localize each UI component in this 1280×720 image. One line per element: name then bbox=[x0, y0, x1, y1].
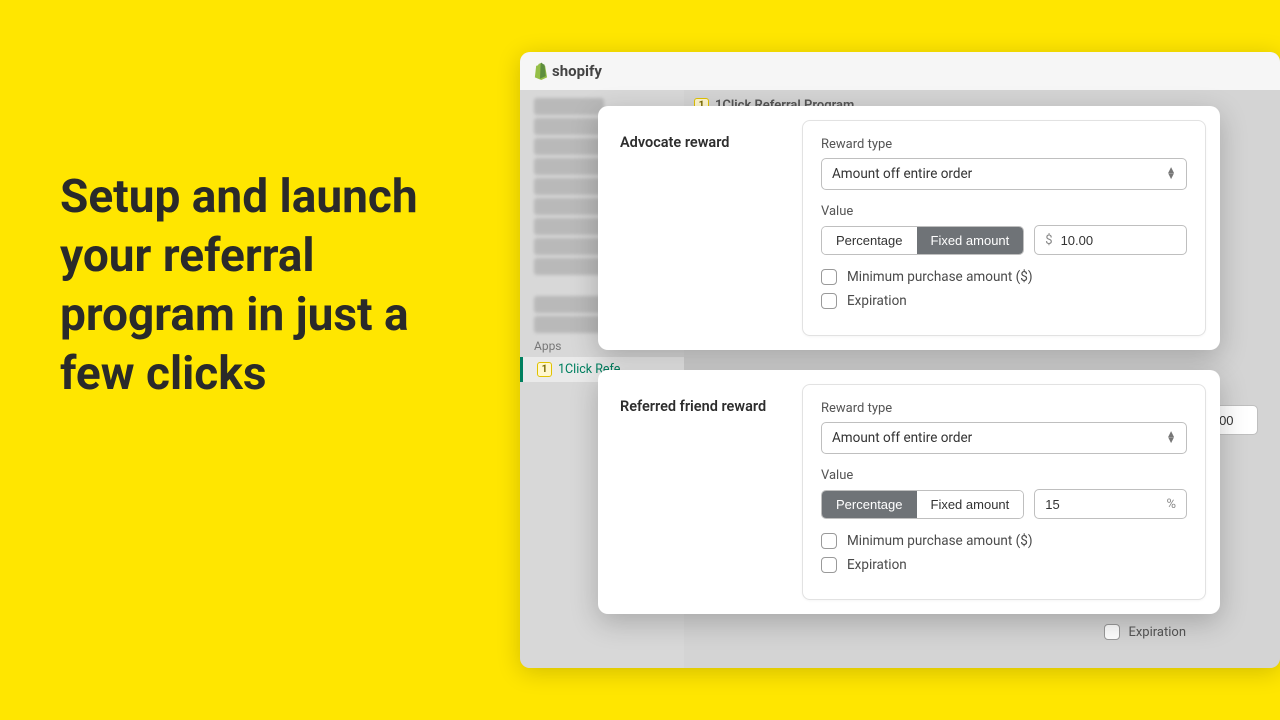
advocate-min-checkbox[interactable] bbox=[821, 269, 837, 285]
advocate-expiration-label: Expiration bbox=[847, 293, 907, 309]
bg-expiration-label: Expiration bbox=[1128, 625, 1186, 640]
friend-percentage-tab[interactable]: Percentage bbox=[822, 491, 917, 518]
advocate-reward-type-label: Reward type bbox=[821, 137, 1187, 152]
friend-reward-type-selected: Amount off entire order bbox=[832, 430, 972, 446]
friend-expiration-label: Expiration bbox=[847, 557, 907, 573]
friend-amount-field[interactable] bbox=[1045, 497, 1158, 512]
advocate-heading: Advocate reward bbox=[620, 134, 780, 151]
chevron-updown-icon: ▲▼ bbox=[1166, 168, 1176, 180]
friend-value-type-toggle[interactable]: Percentage Fixed amount bbox=[821, 490, 1024, 519]
advocate-min-label: Minimum purchase amount ($) bbox=[847, 269, 1033, 285]
friend-heading: Referred friend reward bbox=[620, 398, 780, 415]
bg-expiration-checkbox[interactable] bbox=[1104, 624, 1120, 640]
hero-headline: Setup and launch your referral program i… bbox=[60, 168, 480, 404]
shopify-brand-text: shopify bbox=[552, 62, 602, 80]
advocate-amount-input[interactable]: $ bbox=[1034, 225, 1187, 255]
advocate-fixed-tab[interactable]: Fixed amount bbox=[917, 227, 1024, 254]
friend-fixed-tab[interactable]: Fixed amount bbox=[917, 491, 1024, 518]
app-badge-icon: 1 bbox=[537, 362, 552, 377]
sidebar-apps-label: Apps bbox=[534, 339, 562, 353]
shopify-brand: shopify bbox=[532, 62, 602, 80]
friend-min-checkbox[interactable] bbox=[821, 533, 837, 549]
currency-prefix: $ bbox=[1045, 233, 1052, 248]
advocate-expiration-checkbox[interactable] bbox=[821, 293, 837, 309]
advocate-reward-type-selected: Amount off entire order bbox=[832, 166, 972, 182]
advocate-reward-type-select[interactable]: Amount off entire order ▲▼ bbox=[821, 158, 1187, 190]
advocate-amount-field[interactable] bbox=[1061, 233, 1176, 248]
friend-amount-input[interactable]: % bbox=[1034, 489, 1187, 519]
friend-reward-card: Referred friend reward Reward type Amoun… bbox=[598, 370, 1220, 614]
admin-topbar: shopify bbox=[520, 52, 1280, 90]
chevron-updown-icon: ▲▼ bbox=[1166, 432, 1176, 444]
advocate-percentage-tab[interactable]: Percentage bbox=[822, 227, 917, 254]
advocate-reward-card: Advocate reward Reward type Amount off e… bbox=[598, 106, 1220, 350]
percent-suffix: % bbox=[1166, 497, 1176, 512]
advocate-value-label: Value bbox=[821, 204, 1187, 219]
bg-expiration-row: Expiration bbox=[1104, 624, 1186, 640]
friend-min-label: Minimum purchase amount ($) bbox=[847, 533, 1033, 549]
friend-value-label: Value bbox=[821, 468, 1187, 483]
hero: Setup and launch your referral program i… bbox=[60, 168, 480, 404]
shopify-bag-icon bbox=[532, 62, 548, 80]
friend-expiration-checkbox[interactable] bbox=[821, 557, 837, 573]
advocate-value-type-toggle[interactable]: Percentage Fixed amount bbox=[821, 226, 1024, 255]
friend-reward-type-label: Reward type bbox=[821, 401, 1187, 416]
friend-reward-type-select[interactable]: Amount off entire order ▲▼ bbox=[821, 422, 1187, 454]
